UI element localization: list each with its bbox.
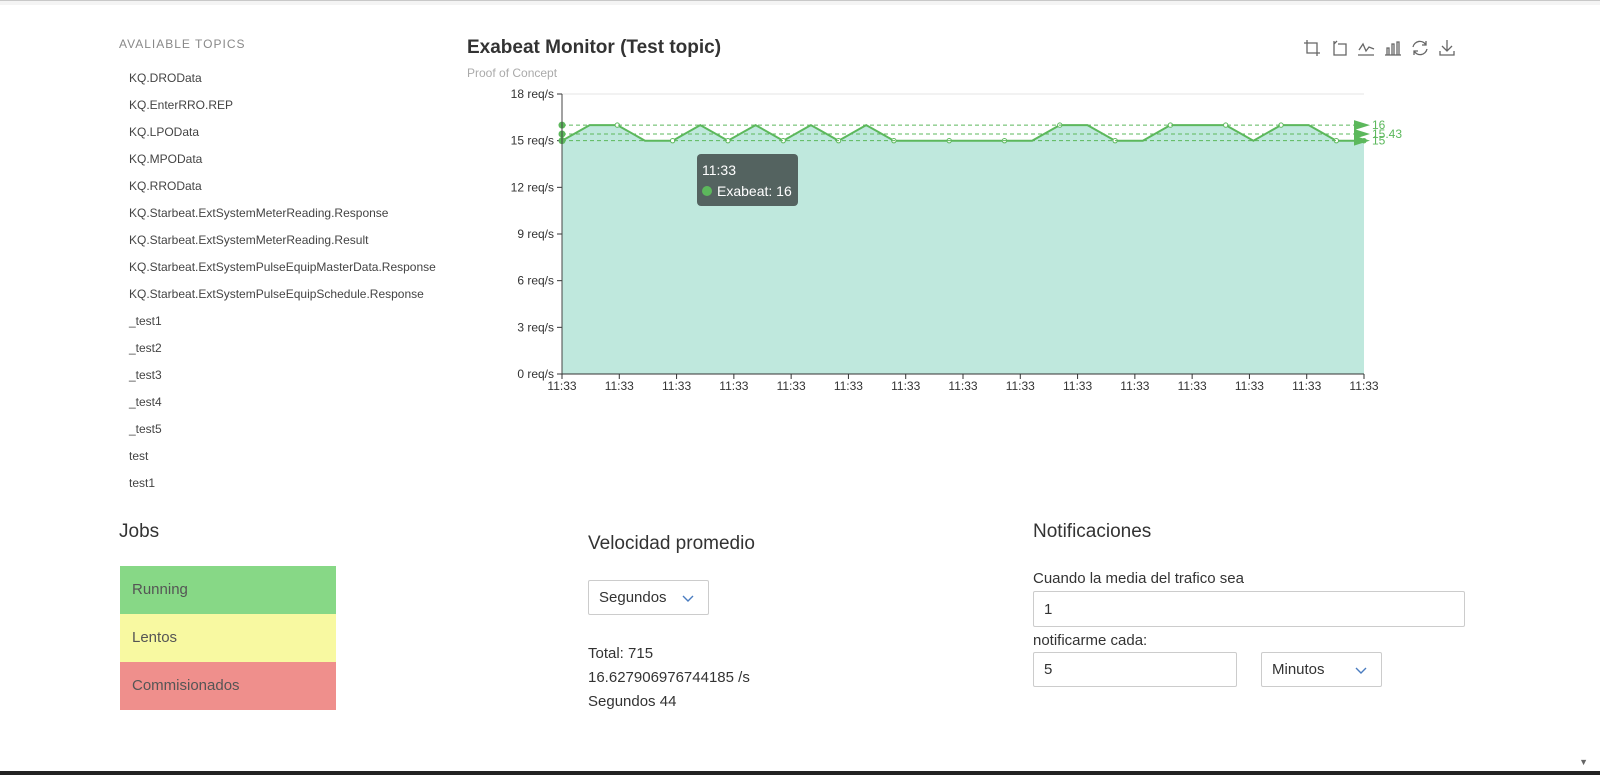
x-tick-label: 11:33 [547,379,576,393]
tooltip-series: Exabeat: 16 [702,183,792,199]
y-tick-label: 18 req/s [511,87,554,101]
chevron-down-icon [1355,661,1367,683]
velocity-unit-select[interactable]: Segundos [588,580,709,615]
notifications-title: Notificaciones [1033,521,1152,542]
interval-unit-select[interactable]: Minutos [1261,652,1382,687]
x-tick-label: 11:33 [834,379,863,393]
x-tick-label: 11:33 [891,379,920,393]
exabeat-chart[interactable]: 0 req/s3 req/s6 req/s9 req/s12 req/s15 r… [0,0,1600,420]
velocity-stats: Total: 715 16.627906976744185 /s Segundo… [588,642,750,714]
velocity-total: Total: 715 [588,645,654,662]
x-tick-label: 11:33 [1292,379,1321,393]
job-commissioned[interactable]: Commisionados [120,662,336,710]
x-tick-label: 11:33 [1235,379,1264,393]
y-tick-label: 3 req/s [517,320,554,334]
x-tick-label: 11:33 [605,379,634,393]
tooltip-time: 11:33 [702,162,736,178]
velocity-title: Velocidad promedio [588,533,755,554]
x-tick-label: 11:33 [719,379,748,393]
interval-unit-value: Minutos [1272,661,1325,678]
mark-line-arrow [1354,120,1370,131]
tooltip-value: Exabeat: 16 [717,183,792,199]
velocity-rate: 16.627906976744185 /s [588,669,750,686]
y-tick-label: 15 req/s [511,134,554,148]
topic-item[interactable]: _test5 [129,421,436,448]
velocity-unit-value: Segundos [599,589,667,606]
scroll-down-icon[interactable]: ▼ [1579,757,1588,767]
y-tick-label: 12 req/s [511,180,554,194]
y-tick-label: 9 req/s [517,227,554,241]
series-area [562,125,1364,374]
interval-label: notificarme cada: [1033,632,1148,649]
velocity-seconds: Segundos 44 [588,693,677,710]
topic-item[interactable]: test1 [129,475,436,502]
y-tick-label: 6 req/s [517,274,554,288]
jobs-title: Jobs [119,521,160,542]
mark-line-label: 15 [1372,134,1386,148]
chart-tooltip: 11:33 Exabeat: 16 [697,154,798,206]
x-tick-label: 11:33 [1120,379,1149,393]
job-slow[interactable]: Lentos [120,614,336,662]
x-tick-label: 11:33 [1349,379,1378,393]
series-dot-icon [702,186,712,196]
threshold-label: Cuando la media del trafico sea [1033,570,1244,587]
interval-input[interactable] [1033,652,1237,687]
x-tick-label: 11:33 [1063,379,1092,393]
x-tick-label: 11:33 [1006,379,1035,393]
threshold-input[interactable] [1033,591,1465,627]
job-running[interactable]: Running [120,566,336,614]
topic-item[interactable]: test [129,448,436,475]
x-tick-label: 11:33 [662,379,691,393]
x-tick-label: 11:33 [948,379,977,393]
chevron-down-icon [682,589,694,611]
bottom-border [0,771,1600,775]
x-tick-label: 11:33 [1178,379,1207,393]
x-tick-label: 11:33 [777,379,806,393]
